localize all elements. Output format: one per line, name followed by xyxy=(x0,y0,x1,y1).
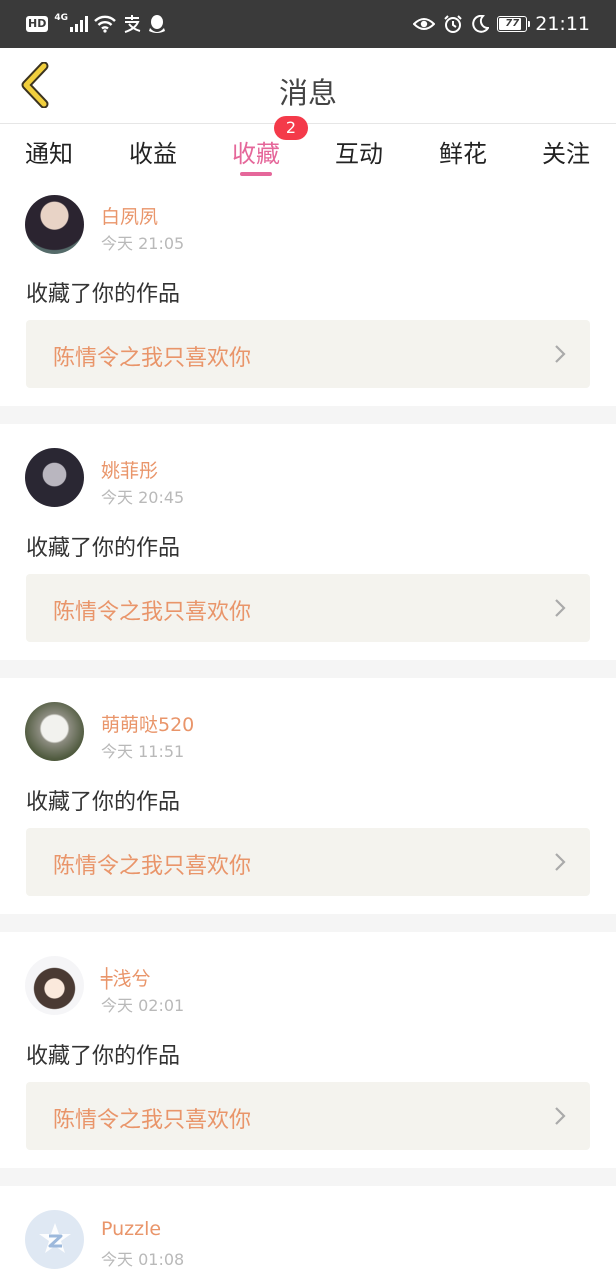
divider xyxy=(0,660,616,678)
message-time: 今天 21:05 xyxy=(101,234,185,253)
avatar[interactable] xyxy=(25,195,84,254)
user-name[interactable]: 姚菲彤 xyxy=(101,456,158,483)
avatar[interactable] xyxy=(25,702,84,761)
user-name[interactable]: 萌萌哒520 xyxy=(101,710,194,737)
chevron-right-icon xyxy=(555,1107,566,1125)
chevron-right-icon xyxy=(555,599,566,617)
chevron-right-icon xyxy=(555,853,566,871)
work-title: 陈情令之我只喜欢你 xyxy=(53,346,252,371)
status-left: HD 4G xyxy=(26,12,166,36)
divider xyxy=(0,1168,616,1186)
list-item: ╪浅兮 今天 02:01 收藏了你的作品 陈情令之我只喜欢你 xyxy=(0,932,616,1168)
wifi-icon xyxy=(94,15,116,33)
work-title: 陈情令之我只喜欢你 xyxy=(53,1108,252,1133)
user-name[interactable]: ╪浅兮 xyxy=(101,964,150,991)
favorites-count-badge: 2 xyxy=(274,116,308,140)
list-item: Puzzle 今天 01:08 xyxy=(0,1186,616,1280)
message-text: 收藏了你的作品 xyxy=(26,1044,181,1069)
avatar[interactable] xyxy=(25,956,84,1015)
tab-flowers[interactable]: 鲜花 xyxy=(423,134,503,169)
avatar[interactable] xyxy=(25,1210,84,1269)
user-name[interactable]: 白夙夙 xyxy=(101,202,158,229)
message-time: 今天 11:51 xyxy=(101,742,185,761)
list-item: 姚菲彤 今天 20:45 收藏了你的作品 陈情令之我只喜欢你 xyxy=(0,424,616,660)
message-time: 今天 01:08 xyxy=(101,1250,185,1269)
work-link[interactable]: 陈情令之我只喜欢你 xyxy=(26,320,590,388)
message-text: 收藏了你的作品 xyxy=(26,790,181,815)
qq-icon xyxy=(149,15,165,33)
work-title: 陈情令之我只喜欢你 xyxy=(53,600,252,625)
tab-bar: 通知 收益 收藏 2 互动 鲜花 关注 xyxy=(0,116,616,180)
user-name[interactable]: Puzzle xyxy=(101,1218,161,1240)
default-avatar-icon xyxy=(38,1222,71,1253)
work-link[interactable]: 陈情令之我只喜欢你 xyxy=(26,1082,590,1150)
alarm-icon xyxy=(444,15,462,33)
divider xyxy=(0,914,616,932)
list-item: 萌萌哒520 今天 11:51 收藏了你的作品 陈情令之我只喜欢你 xyxy=(0,678,616,914)
tab-interactions[interactable]: 互动 xyxy=(319,134,399,169)
work-title: 陈情令之我只喜欢你 xyxy=(53,854,252,879)
tab-earnings[interactable]: 收益 xyxy=(113,134,193,169)
status-time: 21:11 xyxy=(535,13,590,35)
list-item: 白夙夙 今天 21:05 收藏了你的作品 陈情令之我只喜欢你 xyxy=(0,180,616,406)
moon-icon xyxy=(472,15,490,33)
signal-icon xyxy=(70,16,88,32)
title-bar: 消息 xyxy=(0,48,616,124)
chevron-right-icon xyxy=(555,345,566,363)
status-right: 77 21:11 xyxy=(413,12,590,36)
message-text: 收藏了你的作品 xyxy=(26,282,181,307)
status-bar: HD 4G 77 21:11 xyxy=(0,0,616,48)
active-tab-indicator xyxy=(240,172,272,176)
hd-badge: HD xyxy=(26,16,49,32)
message-time: 今天 20:45 xyxy=(101,488,185,507)
message-time: 今天 02:01 xyxy=(101,996,185,1015)
tab-following[interactable]: 关注 xyxy=(526,134,606,169)
alipay-icon xyxy=(124,15,141,33)
tab-notifications[interactable]: 通知 xyxy=(9,134,89,169)
avatar[interactable] xyxy=(25,448,84,507)
message-text: 收藏了你的作品 xyxy=(26,536,181,561)
battery-indicator: 77 xyxy=(497,16,531,32)
work-link[interactable]: 陈情令之我只喜欢你 xyxy=(26,828,590,896)
eye-icon xyxy=(413,18,436,30)
network-type: 4G xyxy=(54,13,68,23)
work-link[interactable]: 陈情令之我只喜欢你 xyxy=(26,574,590,642)
page-title: 消息 xyxy=(278,76,337,110)
divider xyxy=(0,406,616,424)
